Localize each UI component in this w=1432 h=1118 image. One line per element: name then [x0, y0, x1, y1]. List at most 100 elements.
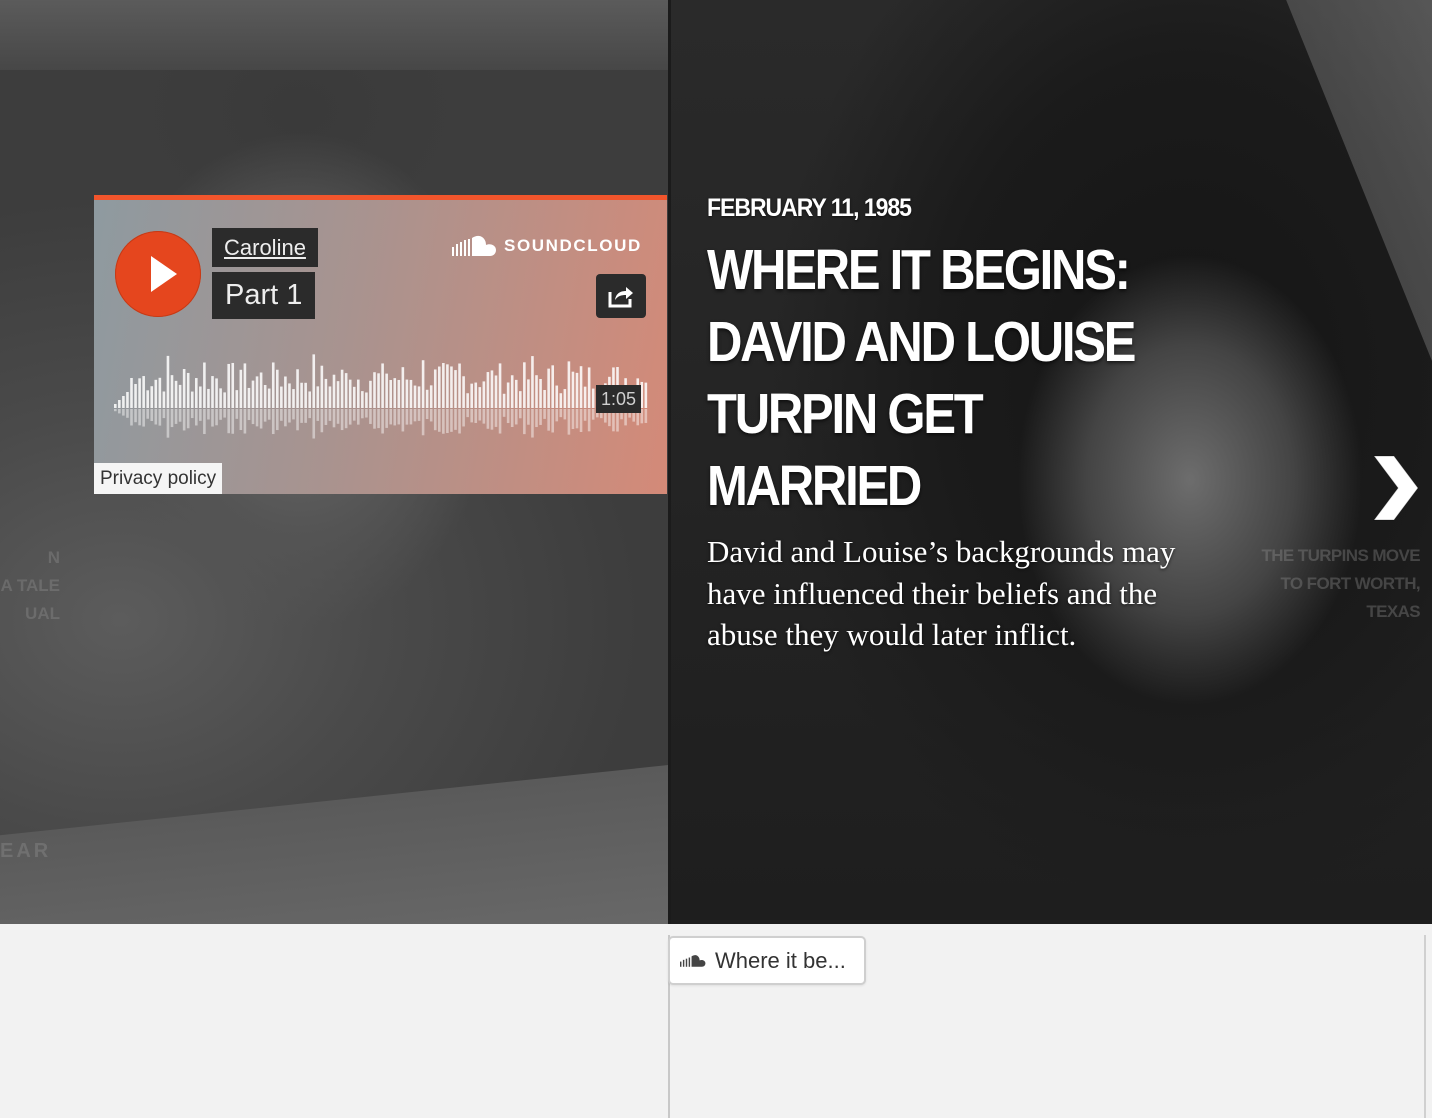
waveform-reflection	[450, 409, 453, 432]
waveform-reflection	[555, 409, 559, 422]
waveform-reflection	[482, 409, 486, 424]
waveform[interactable]	[114, 350, 649, 440]
waveform-reflection	[320, 409, 324, 433]
share-button[interactable]	[596, 274, 646, 318]
mini-player-tab[interactable]: Where it be...	[668, 936, 866, 985]
waveform-reflection	[146, 409, 149, 419]
play-button[interactable]	[115, 231, 201, 317]
waveform-reflection	[280, 409, 283, 421]
waveform-bar	[292, 389, 295, 408]
waveform-reflection	[247, 409, 251, 421]
waveform-reflection	[348, 409, 352, 425]
waveform-reflection	[312, 409, 316, 439]
waveform-reflection	[393, 409, 397, 426]
waveform-bar	[288, 383, 291, 408]
waveform-bar	[320, 365, 324, 408]
waveform-bar	[587, 367, 591, 408]
waveform-bar	[401, 367, 405, 408]
waveform-reflection	[276, 409, 279, 431]
waveform-bar	[219, 388, 222, 408]
waveform-reflection	[162, 409, 166, 419]
waveform-bar	[393, 378, 397, 408]
prev-slide-line: N	[47, 548, 60, 567]
waveform-bar	[243, 363, 247, 408]
waveform-reflection	[462, 409, 465, 427]
waveform-bar	[567, 361, 571, 408]
waveform-bar	[531, 356, 534, 408]
artist-link[interactable]: Caroline	[212, 228, 318, 267]
waveform-bar	[579, 366, 583, 408]
soundcloud-brand: SOUNDCLOUD	[504, 236, 642, 255]
photo-divider	[668, 0, 671, 924]
waveform-bar	[450, 366, 453, 408]
waveform-bar	[182, 368, 186, 408]
waveform-reflection	[186, 409, 190, 429]
waveform-bar	[470, 383, 473, 408]
waveform-bar	[199, 386, 202, 408]
waveform-bar	[207, 388, 210, 408]
waveform-bar	[312, 354, 316, 408]
soundcloud-icon	[452, 235, 496, 256]
waveform-reflection	[134, 409, 137, 423]
soundcloud-logo[interactable]: SOUNDCLOUD	[452, 234, 642, 258]
waveform-bar	[223, 392, 226, 408]
waveform-bar	[555, 385, 559, 408]
waveform-bar	[154, 379, 158, 408]
waveform-bar	[478, 387, 482, 408]
waveform-reflection	[535, 409, 538, 428]
waveform-bar	[551, 365, 554, 408]
waveform-reflection	[397, 409, 401, 425]
waveform-reflection	[478, 409, 482, 421]
waveform-bar	[389, 379, 392, 408]
waveform-reflection	[571, 409, 575, 429]
waveform-reflection	[494, 409, 498, 427]
waveform-reflection	[296, 409, 299, 431]
waveform-bar	[122, 396, 125, 408]
waveform-bar	[506, 382, 510, 408]
waveform-reflection	[373, 409, 376, 429]
waveform-bar	[498, 363, 502, 408]
waveform-reflection	[644, 409, 648, 423]
waveform-bar	[474, 382, 478, 408]
waveform-reflection	[344, 409, 348, 429]
waveform-bar	[482, 381, 486, 408]
waveform-reflection	[575, 409, 579, 429]
waveform-reflection	[227, 409, 230, 434]
waveform-reflection	[531, 409, 534, 438]
waveform-reflection	[514, 409, 518, 425]
track-title[interactable]: Part 1	[212, 272, 316, 319]
waveform-bar	[227, 363, 230, 408]
waveform-bar	[397, 379, 401, 408]
waveform-bar	[130, 378, 133, 408]
waveform-bar	[559, 393, 563, 408]
waveform-reflection	[543, 409, 546, 419]
waveform-reflection	[429, 409, 433, 422]
waveform-reflection	[150, 409, 154, 421]
waveform-reflection	[324, 409, 328, 425]
waveform-reflection	[267, 409, 271, 420]
waveform-reflection	[215, 409, 218, 426]
waveform-bar	[377, 373, 380, 408]
waveform-reflection	[579, 409, 583, 433]
waveform-bar	[138, 378, 141, 408]
waveform-bar	[336, 381, 340, 408]
waveform-bar	[267, 388, 271, 408]
waveform-reflection	[166, 409, 170, 438]
waveform-reflection	[352, 409, 356, 421]
waveform-bar	[239, 369, 243, 408]
prev-slide-line: UAL	[25, 604, 60, 623]
next-slide-button[interactable]	[1366, 452, 1426, 524]
privacy-policy-link[interactable]: Privacy policy	[94, 463, 223, 494]
waveform-bar	[166, 355, 170, 408]
waveform-bar	[433, 369, 437, 408]
slide-description: David and Louise’s backgrounds may have …	[707, 534, 1176, 652]
waveform-reflection	[587, 409, 591, 432]
waveform-reflection	[527, 409, 530, 425]
waveform-bar	[324, 378, 328, 408]
waveform-bar	[543, 389, 546, 408]
waveform-bar	[458, 363, 461, 408]
waveform-bar	[425, 389, 429, 408]
waveform-reflection	[381, 409, 384, 434]
photo-card-edge	[0, 762, 707, 924]
waveform-reflection	[498, 409, 502, 434]
